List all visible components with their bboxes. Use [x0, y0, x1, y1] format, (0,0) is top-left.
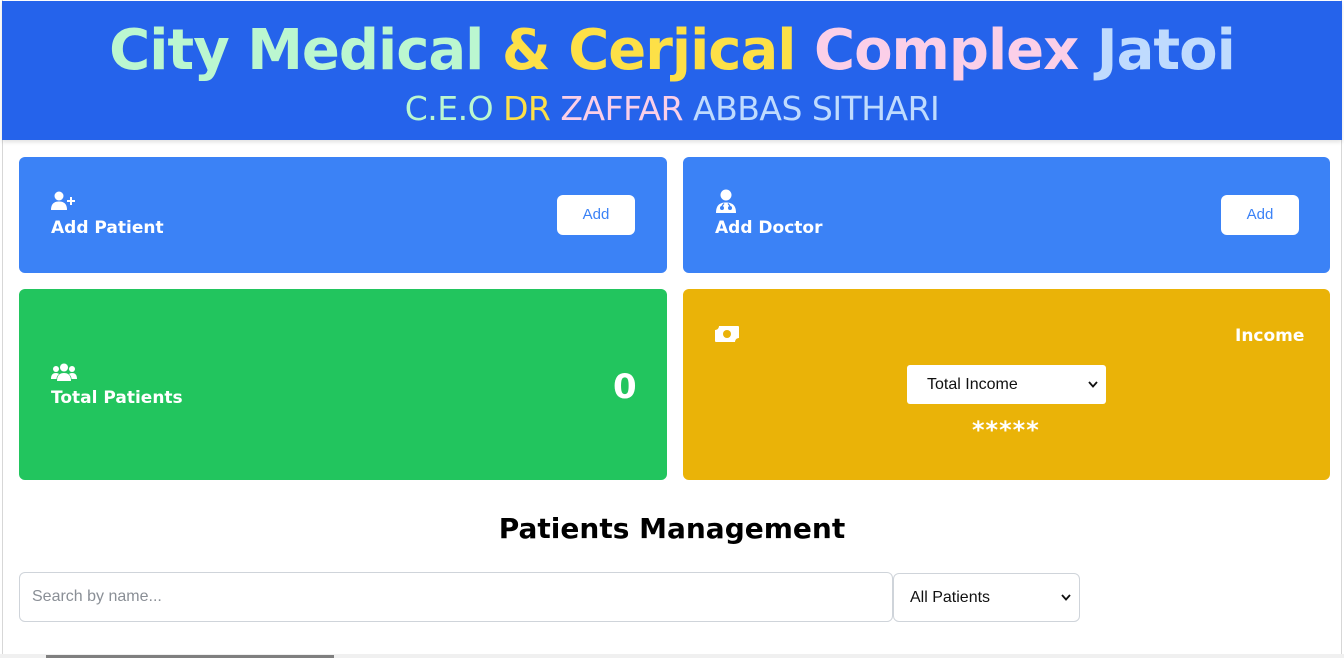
money-bill-icon — [715, 326, 739, 342]
app-header: City Medical & Cerjical Complex Jatoi C.… — [2, 1, 1342, 140]
add-doctor-card: Add Doctor Add — [683, 157, 1330, 273]
income-label: Income — [1235, 326, 1305, 346]
search-input[interactable] — [19, 572, 893, 622]
income-select-value: Total Income — [927, 376, 1018, 393]
add-doctor-button[interactable]: Add — [1221, 195, 1299, 235]
app-subtitle: C.E.O DR ZAFFAR ABBAS SITHARI — [2, 87, 1342, 131]
subtitle-part: ZAFFAR — [560, 89, 694, 128]
subtitle-part: ABBAS SITHARI — [693, 89, 940, 128]
app-title: City Medical & Cerjical Complex Jatoi — [2, 15, 1342, 87]
income-card: Income Total Income ***** — [683, 289, 1330, 480]
title-part: & Cerjical — [501, 18, 814, 83]
add-doctor-label: Add Doctor — [715, 218, 823, 238]
patients-filter-select[interactable]: All Patients — [893, 573, 1080, 622]
subtitle-part: DR — [503, 89, 561, 128]
filter-select-value: All Patients — [910, 589, 991, 606]
doctor-icon — [716, 189, 736, 213]
title-part: Jatoi — [1096, 18, 1236, 83]
total-patients-card: Total Patients 0 — [19, 289, 667, 480]
add-patient-card: Add Patient Add — [19, 157, 667, 273]
chevron-down-icon — [1061, 594, 1071, 601]
add-patient-button[interactable]: Add — [557, 195, 635, 235]
title-part: Complex — [813, 18, 1097, 83]
patients-management-title: Patients Management — [498, 512, 846, 545]
total-patients-label: Total Patients — [51, 388, 183, 408]
total-patients-count: 0 — [613, 367, 637, 407]
income-masked-value: ***** — [972, 416, 1040, 444]
user-plus-icon — [51, 191, 75, 210]
subtitle-part: C.E.O — [404, 89, 504, 128]
title-part: City Medical — [109, 18, 502, 83]
add-patient-label: Add Patient — [51, 218, 164, 238]
income-period-select[interactable]: Total Income — [907, 365, 1106, 404]
chevron-down-icon — [1088, 381, 1098, 388]
users-icon — [51, 363, 77, 381]
